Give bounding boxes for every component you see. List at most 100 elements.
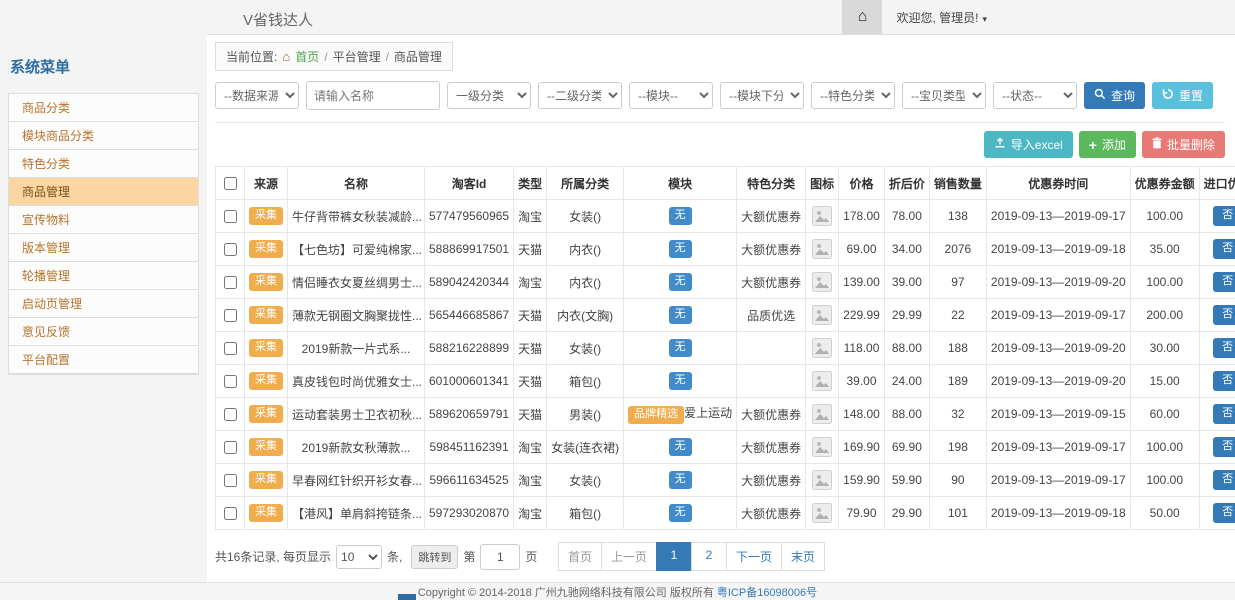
sidebar-item[interactable]: 商品分类	[9, 94, 198, 122]
row-checkbox[interactable]	[224, 210, 237, 223]
coupon-amount-cell: 100.00	[1130, 200, 1199, 233]
product-name-cell: 薄款无钢圈文胸聚拢性...	[288, 299, 425, 332]
feature-cell: 品质优选	[737, 299, 806, 332]
sidebar-item[interactable]: 启动页管理	[9, 290, 198, 318]
sidebar-item[interactable]: 版本管理	[9, 234, 198, 262]
import-toggle-button[interactable]: 否	[1213, 470, 1235, 489]
import-select-cell: 否	[1199, 200, 1235, 233]
import-toggle-button[interactable]: 否	[1213, 305, 1235, 324]
column-header: 模块	[624, 167, 737, 200]
page-button[interactable]: 上一页	[601, 542, 657, 571]
page-button[interactable]: 首页	[558, 542, 602, 571]
taoke-id-cell: 565446685867	[425, 299, 514, 332]
filter-select[interactable]: --数据来源--	[215, 82, 299, 109]
sidebar-item[interactable]: 轮播管理	[9, 262, 198, 290]
sidebar-item[interactable]: 意见反馈	[9, 318, 198, 346]
row-checkbox[interactable]	[224, 243, 237, 256]
column-header: 销售数量	[929, 167, 986, 200]
copyright-text: Copyright © 2014-2018 广州九驰网络科技有限公司 版权所有	[418, 584, 714, 600]
import-select-cell: 否	[1199, 266, 1235, 299]
home-button[interactable]: ⌂	[842, 0, 882, 34]
row-checkbox[interactable]	[224, 276, 237, 289]
price-cell: 169.90	[839, 431, 885, 464]
module-badge: 无	[669, 240, 692, 257]
filter-select[interactable]: 一级分类	[447, 82, 531, 109]
module-badge: 无	[669, 207, 692, 224]
import-toggle-button[interactable]: 否	[1213, 206, 1235, 225]
page-number-input[interactable]	[480, 544, 520, 570]
filter-select[interactable]: --模块下分类--	[720, 82, 804, 109]
row-checkbox[interactable]	[224, 507, 237, 520]
feature-cell: 大额优惠券	[737, 464, 806, 497]
row-checkbox[interactable]	[224, 342, 237, 355]
table-row: 采集【港风】单肩斜挎链条...597293020870淘宝箱包()无大额优惠券7…	[216, 497, 1235, 530]
row-checkbox[interactable]	[224, 441, 237, 454]
filter-select[interactable]: --二级分类--	[538, 82, 622, 109]
icon-cell	[806, 299, 839, 332]
icon-cell	[806, 398, 839, 431]
table-row: 采集薄款无钢圈文胸聚拢性...565446685867天猫内衣(文胸)无品质优选…	[216, 299, 1235, 332]
row-checkbox[interactable]	[224, 309, 237, 322]
import-toggle-button[interactable]: 否	[1213, 371, 1235, 390]
taoke-id-cell: 588216228899	[425, 332, 514, 365]
coupon-amount-cell: 50.00	[1130, 497, 1199, 530]
jump-button[interactable]: 跳转到	[411, 545, 458, 569]
user-menu[interactable]: 欢迎您, 管理员!▾	[882, 9, 987, 26]
source-badge: 采集	[249, 339, 283, 356]
module-cell: 无	[624, 200, 737, 233]
sidebar-item[interactable]: 宣传物料	[9, 206, 198, 234]
query-button[interactable]: 查询	[1084, 82, 1145, 109]
row-checkbox[interactable]	[224, 408, 237, 421]
add-button[interactable]: + 添加	[1079, 131, 1136, 158]
feature-cell: 大额优惠券	[737, 398, 806, 431]
import-toggle-button[interactable]: 否	[1213, 503, 1235, 522]
page-button[interactable]: 下一页	[726, 542, 782, 571]
type-cell: 淘宝	[514, 464, 547, 497]
taoke-id-cell: 596611634525	[425, 464, 514, 497]
home-icon: ⌂	[858, 8, 868, 26]
import-toggle-button[interactable]: 否	[1213, 404, 1235, 423]
checkbox-cell	[216, 332, 245, 365]
filter-select[interactable]: --宝贝类型--	[902, 82, 986, 109]
discount-price-cell: 24.00	[884, 365, 929, 398]
row-checkbox[interactable]	[224, 474, 237, 487]
breadcrumb-home-link[interactable]: 首页	[295, 48, 319, 65]
select-all-checkbox[interactable]	[224, 177, 237, 190]
column-header: 淘客Id	[425, 167, 514, 200]
import-toggle-button[interactable]: 否	[1213, 338, 1235, 357]
name-search-input[interactable]	[306, 81, 440, 110]
icp-link[interactable]: 粤ICP备16098006号	[717, 584, 817, 600]
sidebar-item[interactable]: 商品管理	[9, 178, 198, 206]
sidebar-item[interactable]: 平台配置	[9, 346, 198, 374]
product-name-cell: 运动套装男士卫衣初秋...	[288, 398, 425, 431]
per-page-select[interactable]: 10	[336, 545, 382, 569]
page-suffix: 页	[525, 548, 537, 565]
icon-cell	[806, 233, 839, 266]
row-checkbox[interactable]	[224, 375, 237, 388]
column-header: 进口优选	[1199, 167, 1235, 200]
filter-select[interactable]: --模块--	[629, 82, 713, 109]
batch-delete-button[interactable]: 批量删除	[1142, 131, 1225, 158]
app-title: V省钱达人	[243, 9, 313, 30]
add-button-label: 添加	[1102, 136, 1126, 153]
reset-button[interactable]: 重置	[1152, 82, 1213, 109]
page-button[interactable]: 末页	[781, 542, 825, 571]
filter-select[interactable]: --特色分类--	[811, 82, 895, 109]
import-toggle-button[interactable]: 否	[1213, 272, 1235, 291]
product-name-cell: 真皮钱包时尚优雅女士...	[288, 365, 425, 398]
table-row: 采集2019新款女秋薄款...598451162391淘宝女装(连衣裙)无大额优…	[216, 431, 1235, 464]
page-button[interactable]: 2	[691, 542, 727, 571]
import-toggle-button[interactable]: 否	[1213, 437, 1235, 456]
sidebar-item[interactable]: 特色分类	[9, 150, 198, 178]
product-image	[812, 404, 832, 424]
import-excel-button[interactable]: 导入excel	[984, 131, 1073, 158]
main-content: 当前位置: ⌂ 首页 / 平台管理 / 商品管理 --数据来源-- 一级分类--…	[215, 42, 1225, 571]
coupon-amount-cell: 100.00	[1130, 431, 1199, 464]
filter-select[interactable]: --状态--	[993, 82, 1077, 109]
import-toggle-button[interactable]: 否	[1213, 239, 1235, 258]
table-row: 采集早春网红针织开衫女春...596611634525淘宝女装()无大额优惠券1…	[216, 464, 1235, 497]
price-cell: 79.90	[839, 497, 885, 530]
sidebar-item[interactable]: 模块商品分类	[9, 122, 198, 150]
page-button[interactable]: 1	[656, 542, 692, 571]
coupon-time-cell: 2019-09-13—2019-09-20	[986, 266, 1130, 299]
